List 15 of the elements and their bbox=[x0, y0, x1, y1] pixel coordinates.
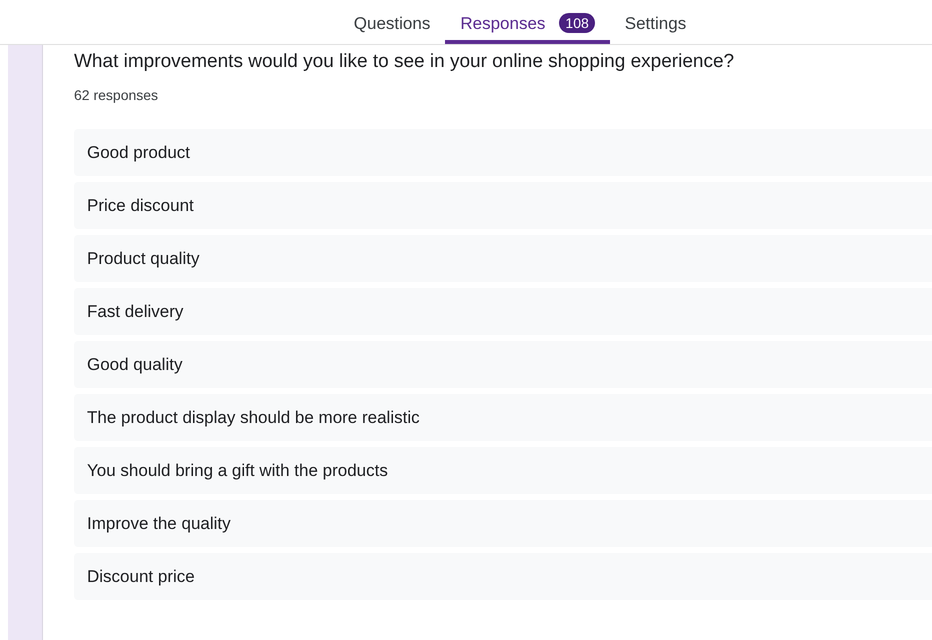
response-count: 62 responses bbox=[74, 87, 160, 103]
response-item: The product display should be more realistic bbox=[74, 394, 932, 441]
count-badge: 108 bbox=[559, 13, 595, 33]
response-item: Good quality bbox=[74, 341, 932, 388]
response-item: You should bring a gift with the products bbox=[74, 447, 932, 494]
tab[interactable]: Responses 108 bbox=[445, 0, 610, 44]
tab[interactable]: Settings bbox=[610, 0, 702, 44]
response-item: Discount price bbox=[74, 553, 932, 600]
question-title: What improvements would you like to see in your online shopping experience? bbox=[74, 51, 736, 73]
response-item: Product quality bbox=[74, 235, 932, 282]
response-item: Improve the quality bbox=[74, 500, 932, 547]
tab[interactable]: Questions bbox=[338, 0, 446, 44]
response-item: Price discount bbox=[74, 182, 932, 229]
response-item: Fast delivery bbox=[74, 288, 932, 335]
response-item: Good product bbox=[74, 129, 932, 176]
